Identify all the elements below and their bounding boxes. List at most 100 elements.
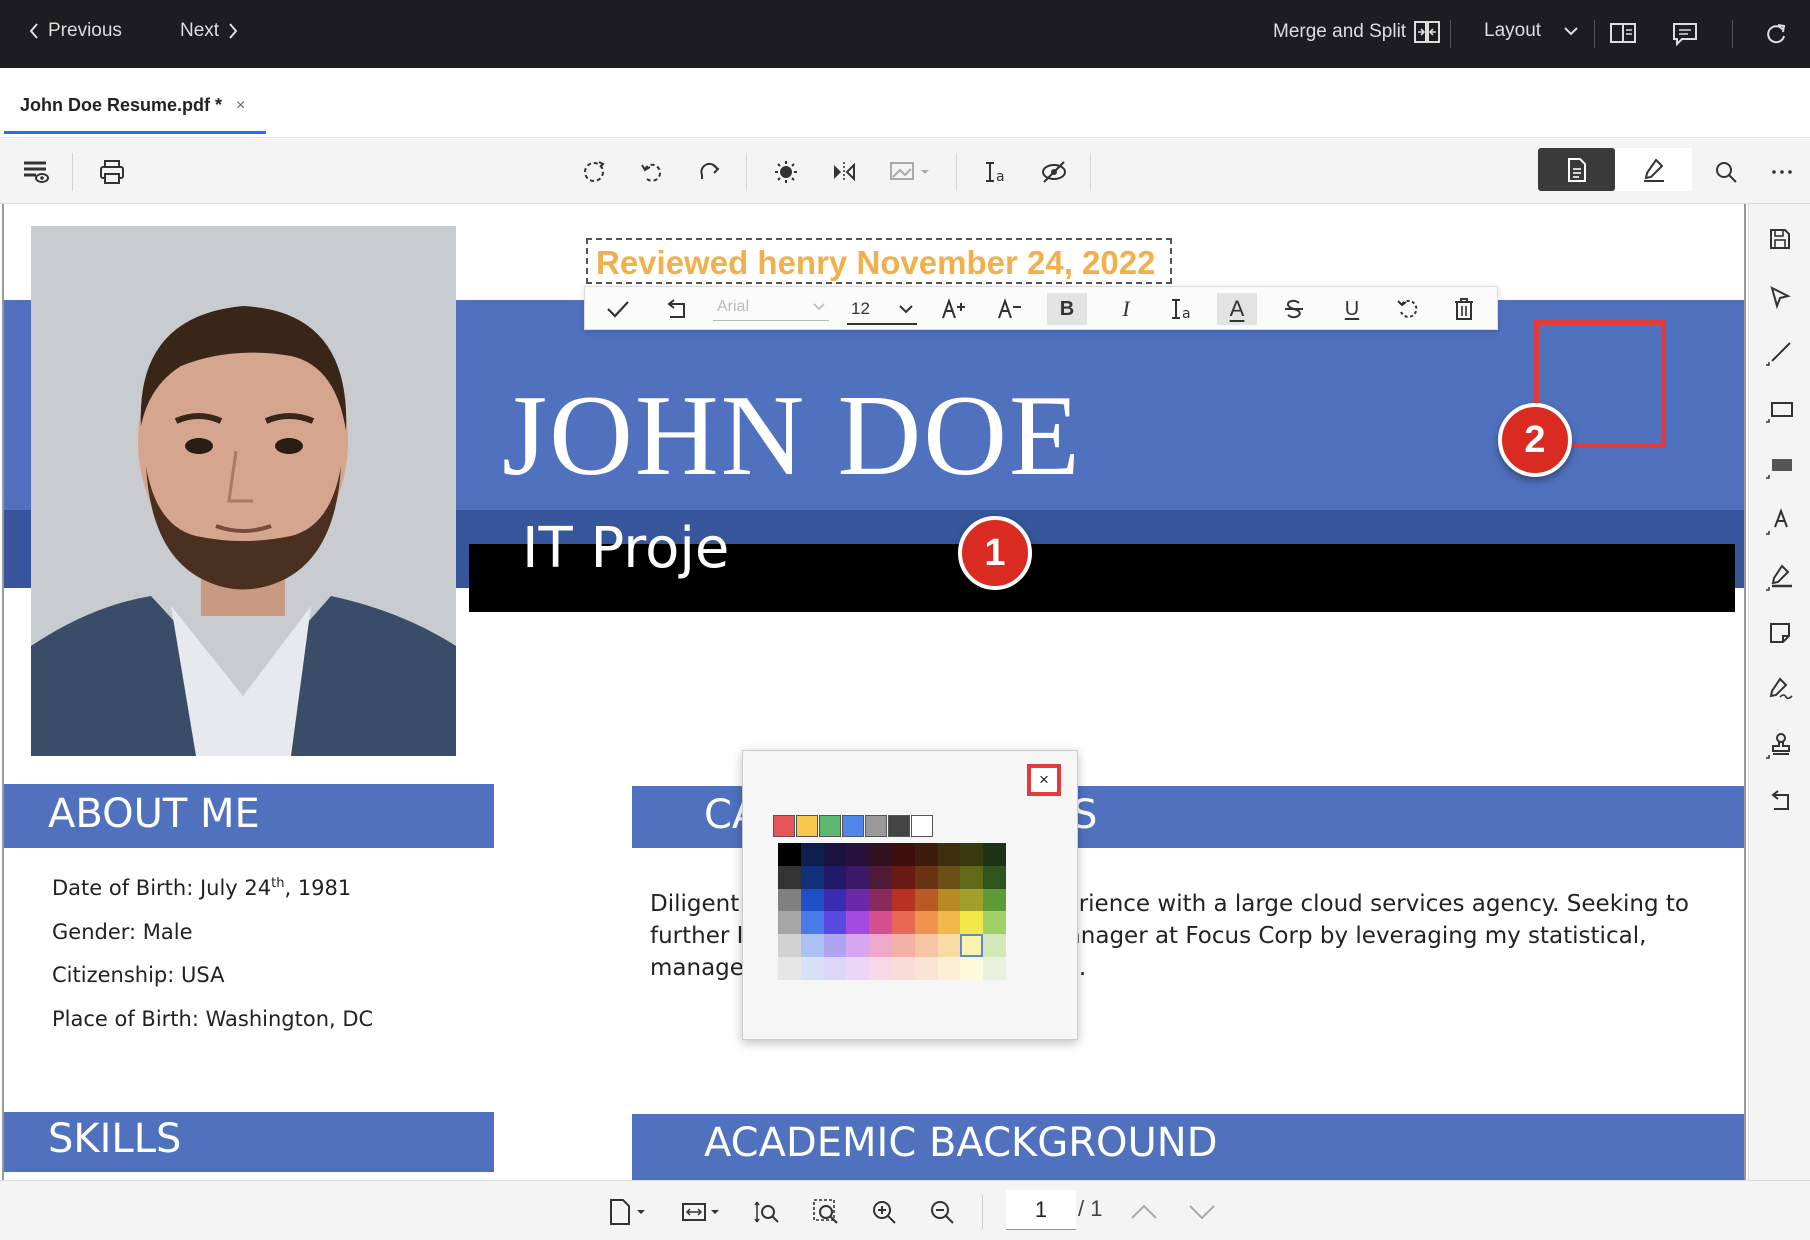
text-tool-icon[interactable] [1763,504,1797,538]
color-swatch[interactable] [800,843,824,866]
search-icon[interactable] [1710,156,1742,188]
color-swatch[interactable] [823,865,847,889]
color-swatch[interactable] [892,934,915,957]
color-swatch[interactable] [914,865,938,889]
underline-button[interactable]: U [1335,293,1369,325]
select-cursor-icon[interactable] [1763,280,1797,314]
color-swatch[interactable] [869,888,892,912]
font-family-select[interactable]: Arial [713,293,829,321]
font-size-select[interactable]: 12 [847,295,917,325]
color-swatch[interactable] [778,911,801,935]
color-swatch[interactable] [892,865,915,889]
color-swatch[interactable] [800,911,824,935]
color-swatch[interactable] [914,888,938,912]
rotate-left-icon[interactable] [636,156,668,188]
color-swatch[interactable] [778,865,801,889]
italic-button[interactable]: I [1109,293,1143,325]
more-options-icon[interactable] [1766,156,1798,188]
line-tool-icon[interactable] [1763,336,1797,370]
color-swatch[interactable] [914,934,938,957]
color-swatch[interactable] [846,865,870,889]
color-swatch[interactable] [983,888,1006,912]
color-swatch[interactable] [960,934,984,957]
page-number-input[interactable] [1006,1190,1076,1230]
color-swatch[interactable] [846,843,870,866]
color-swatch[interactable] [778,934,801,957]
layout-dropdown[interactable]: Layout [1484,20,1579,42]
stamp-icon[interactable] [1763,728,1797,762]
color-swatch[interactable] [846,911,870,935]
print-icon[interactable] [96,156,128,188]
split-view-icon[interactable] [1610,22,1636,44]
color-swatch[interactable] [823,911,847,935]
previous-page-icon[interactable] [1128,1196,1160,1228]
quick-color-swatch[interactable] [796,815,818,837]
zoom-out-icon[interactable] [926,1196,958,1228]
color-swatch[interactable] [892,888,915,912]
document-tab[interactable]: John Doe Resume.pdf * × [4,80,266,134]
color-swatch[interactable] [823,934,847,957]
view-settings-icon[interactable] [20,156,52,188]
rotate-right-icon[interactable] [694,156,726,188]
rotate-icon[interactable] [578,156,610,188]
zoom-area-icon[interactable] [810,1196,842,1228]
color-swatch[interactable] [960,843,984,866]
document-canvas[interactable]: JOHN DOE IT Proje ABOUT ME Date of Birth… [2,204,1746,1180]
color-swatch[interactable] [869,843,892,866]
previous-button[interactable]: Previous [28,20,122,42]
color-swatch[interactable] [869,911,892,935]
fit-width-icon[interactable] [680,1196,726,1228]
font-color-button[interactable]: A [1217,293,1257,325]
color-swatch[interactable] [937,888,961,912]
color-swatch[interactable] [937,865,961,889]
color-swatch[interactable] [960,911,984,935]
color-swatch[interactable] [983,843,1006,866]
page-view-icon[interactable] [606,1196,652,1228]
color-swatch[interactable] [846,888,870,912]
next-button[interactable]: Next [180,20,239,42]
signature-icon[interactable] [1763,672,1797,706]
undo-icon[interactable] [659,293,693,325]
quick-color-swatch[interactable] [842,815,864,837]
color-swatch[interactable] [869,957,892,980]
sticky-note-icon[interactable] [1763,616,1797,650]
next-page-icon[interactable] [1186,1196,1218,1228]
color-swatch[interactable] [846,934,870,957]
color-swatch[interactable] [914,843,938,866]
color-picker-close-button[interactable]: × [1027,764,1061,796]
color-swatch[interactable] [778,843,801,866]
merge-split-button[interactable]: Merge and Split [1273,20,1441,44]
brightness-icon[interactable] [770,156,802,188]
color-swatch[interactable] [800,934,824,957]
undo-sidebar-icon[interactable] [1763,784,1797,818]
quick-color-swatch[interactable] [819,815,841,837]
image-tool-icon[interactable] [886,156,936,188]
color-swatch[interactable] [892,843,915,866]
zoom-in-icon[interactable] [868,1196,900,1228]
confirm-icon[interactable] [601,293,635,325]
color-swatch[interactable] [937,911,961,935]
color-swatch[interactable] [823,888,847,912]
color-swatch[interactable] [914,911,938,935]
color-swatch[interactable] [869,934,892,957]
text-annotation[interactable]: Reviewed henry November 24, 2022 [596,244,1155,282]
color-swatch[interactable] [846,957,870,980]
quick-color-swatch[interactable] [911,815,933,837]
color-swatch[interactable] [800,865,824,889]
color-swatch[interactable] [937,957,961,980]
annotate-mode-button[interactable] [1615,148,1692,191]
color-swatch[interactable] [960,957,984,980]
comment-icon[interactable] [1672,22,1698,46]
color-swatch[interactable] [983,934,1006,957]
view-mode-button[interactable] [1538,148,1615,191]
quick-color-swatch[interactable] [865,815,887,837]
decrease-font-icon[interactable] [993,293,1027,325]
color-swatch[interactable] [960,865,984,889]
text-properties-icon[interactable]: a [980,156,1012,188]
color-swatch[interactable] [778,888,801,912]
bold-button[interactable]: B [1047,293,1087,325]
hide-annotations-icon[interactable] [1038,156,1070,188]
flip-icon[interactable] [828,156,860,188]
text-annotation-box[interactable]: Reviewed henry November 24, 2022 [586,238,1172,284]
tab-close-button[interactable]: × [236,97,245,115]
